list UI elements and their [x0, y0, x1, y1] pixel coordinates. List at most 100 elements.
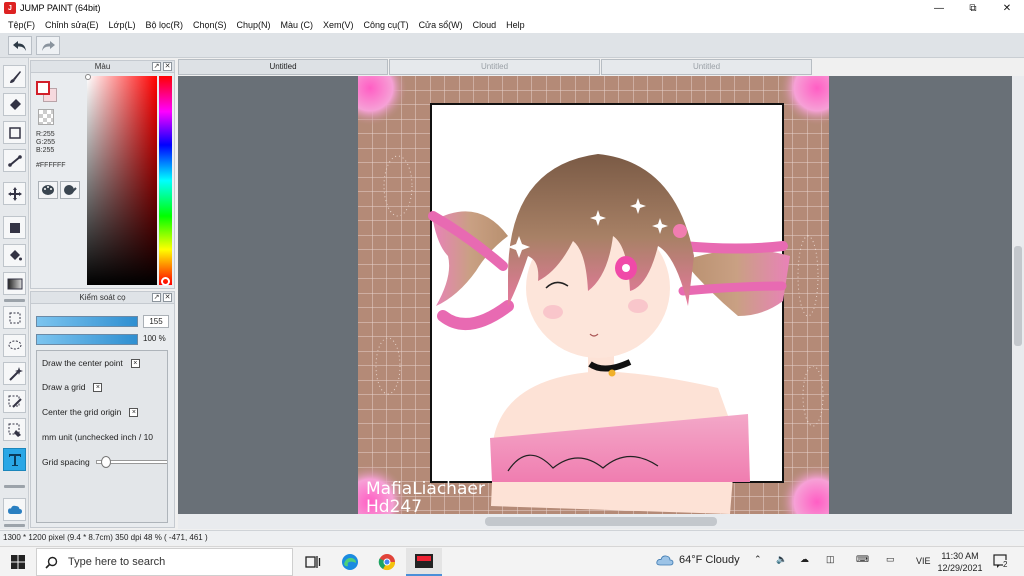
notification-count: 2	[1003, 560, 1008, 569]
taskbar-search-box[interactable]: Type here to search	[36, 548, 293, 576]
canvas-workspace[interactable]: MafiaLiachaer Hd247	[178, 76, 1012, 514]
menu-select[interactable]: Chọn(S)	[188, 20, 232, 30]
speaker-icon[interactable]: 🔈	[776, 554, 787, 565]
vertical-scroll-thumb[interactable]	[1014, 246, 1022, 346]
brush-tool[interactable]	[3, 65, 26, 88]
restore-icon[interactable]: ⧉	[956, 0, 990, 16]
menu-capture[interactable]: Chụp(N)	[232, 20, 276, 30]
hex-value: #FFFFFF	[36, 162, 66, 169]
text-t-icon	[8, 453, 21, 466]
clock-date: 12/29/2021	[937, 563, 983, 573]
close-icon[interactable]: ✕	[990, 0, 1024, 16]
move-tool[interactable]	[3, 182, 26, 205]
physical-size: (9.4 * 8.7cm)	[67, 533, 113, 542]
weather-widget[interactable]: 64°F Cloudy	[656, 554, 740, 566]
tab-untitled-2[interactable]: Untitled	[389, 59, 600, 75]
hue-marker[interactable]	[161, 277, 170, 286]
start-button[interactable]	[0, 547, 36, 576]
grid-spacing-slider[interactable]	[95, 456, 167, 468]
network-icon[interactable]: ◫	[826, 554, 835, 565]
image-size: 1300 * 1200 pixel	[3, 533, 65, 542]
grid-spacing-thumb[interactable]	[100, 456, 111, 468]
task-view-button[interactable]	[295, 548, 331, 576]
red-value: R:255	[36, 131, 55, 138]
keyboard-icon[interactable]: ⌨	[856, 554, 869, 565]
palette-picker-icon	[64, 185, 77, 195]
input-language[interactable]: VIE	[916, 556, 931, 566]
menu-filter[interactable]: Bộ lọc(R)	[140, 20, 188, 30]
tab-untitled-3[interactable]: Untitled	[601, 59, 812, 75]
panel-close-icon[interactable]: ✕	[163, 62, 172, 71]
vertical-scrollbar[interactable]	[1012, 76, 1024, 514]
move-icon	[7, 186, 22, 201]
option-grid-spacing: Grid spacing	[42, 456, 167, 468]
document-tabs: Untitled Untitled Untitled	[178, 59, 1024, 76]
line-tool[interactable]	[3, 149, 26, 172]
display-icon[interactable]: ▭	[886, 554, 895, 565]
magic-wand-tool[interactable]	[3, 362, 26, 385]
transparent-color-swatch[interactable]	[38, 109, 54, 125]
blue-value: B:255	[36, 147, 55, 154]
menu-file[interactable]: Tệp(F)	[3, 20, 40, 30]
chevron-up-icon[interactable]: ⌃	[754, 554, 762, 565]
color-palette-button[interactable]	[38, 181, 58, 199]
redo-button[interactable]	[36, 36, 60, 55]
rectangle-tool[interactable]	[3, 121, 26, 144]
artwork-canvas[interactable]: MafiaLiachaer Hd247	[358, 76, 829, 514]
horizontal-scrollbar[interactable]	[178, 514, 1024, 529]
center-grid-label: Center the grid origin	[42, 407, 122, 417]
foreground-color-swatch[interactable]	[36, 81, 50, 95]
cloudy-weather-icon	[656, 555, 674, 566]
select-pen-tool[interactable]	[3, 390, 26, 413]
onedrive-cloud-icon[interactable]: ☁	[800, 554, 809, 565]
bucket-tool[interactable]	[3, 244, 26, 267]
brush-size-slider[interactable]	[36, 316, 138, 327]
jump-paint-taskbar-app[interactable]	[406, 548, 442, 576]
rect-select-tool[interactable]	[3, 306, 26, 329]
brush-size-input[interactable]: 155	[143, 315, 169, 328]
menu-help[interactable]: Help	[501, 20, 530, 30]
fill-rect-tool[interactable]	[3, 216, 26, 239]
text-tool[interactable]	[3, 448, 26, 471]
draw-grid-checkbox[interactable]: ×	[93, 382, 103, 392]
undo-button[interactable]	[8, 36, 32, 55]
brush-opacity-slider[interactable]	[36, 334, 138, 345]
menu-edit[interactable]: Chỉnh sửa(E)	[40, 20, 104, 30]
notification-center-icon[interactable]: 2	[993, 553, 1009, 571]
window-controls: — ⧉ ✕	[922, 0, 1024, 16]
menu-tools[interactable]: Công cụ(T)	[359, 20, 414, 30]
eraser-icon	[9, 98, 21, 110]
select-eraser-tool[interactable]	[3, 418, 26, 441]
color-panel: Màu ↗ ✕ R:255 G:255 B:255 #FFFFFF	[30, 60, 175, 289]
menu-cloud[interactable]: Cloud	[468, 20, 502, 30]
saturation-value-picker[interactable]	[87, 76, 157, 285]
menu-color[interactable]: Màu (C)	[276, 20, 319, 30]
draw-center-checkbox[interactable]: ×	[130, 358, 140, 368]
gradient-tool[interactable]	[3, 272, 26, 295]
lasso-tool[interactable]	[3, 334, 26, 357]
brush-control-panel: Kiểm soát cọ ↗ ✕ 155 100 % Draw the cent…	[30, 291, 175, 528]
edge-taskbar-app[interactable]	[332, 548, 368, 576]
saturation-value-marker[interactable]	[85, 74, 91, 80]
eraser-tool[interactable]	[3, 93, 26, 116]
chrome-taskbar-app[interactable]	[369, 548, 405, 576]
menu-window[interactable]: Cửa sổ(W)	[414, 20, 468, 30]
panel-undock-icon[interactable]: ↗	[152, 293, 161, 302]
menu-layer[interactable]: Lớp(L)	[104, 20, 141, 30]
panel-undock-icon[interactable]: ↗	[152, 62, 161, 71]
hue-slider[interactable]	[159, 76, 172, 285]
minimize-icon[interactable]: —	[922, 0, 956, 16]
option-draw-grid: Draw a grid ×	[42, 382, 103, 392]
cloud-tool[interactable]	[3, 498, 26, 521]
menu-view[interactable]: Xem(V)	[318, 20, 359, 30]
gradient-icon	[7, 278, 22, 289]
system-clock[interactable]: 11:30 AM 12/29/2021	[935, 550, 985, 574]
color-panel-header: Màu ↗ ✕	[31, 61, 174, 73]
center-grid-checkbox[interactable]: ×	[129, 407, 139, 417]
status-bar: 1300 * 1200 pixel (9.4 * 8.7cm) 350 dpi …	[0, 530, 1024, 545]
color-picker-button[interactable]	[60, 181, 80, 199]
panel-close-icon[interactable]: ✕	[163, 293, 172, 302]
horizontal-scroll-thumb[interactable]	[485, 517, 717, 526]
tool-separator	[4, 299, 25, 302]
tab-untitled-1[interactable]: Untitled	[178, 59, 388, 75]
